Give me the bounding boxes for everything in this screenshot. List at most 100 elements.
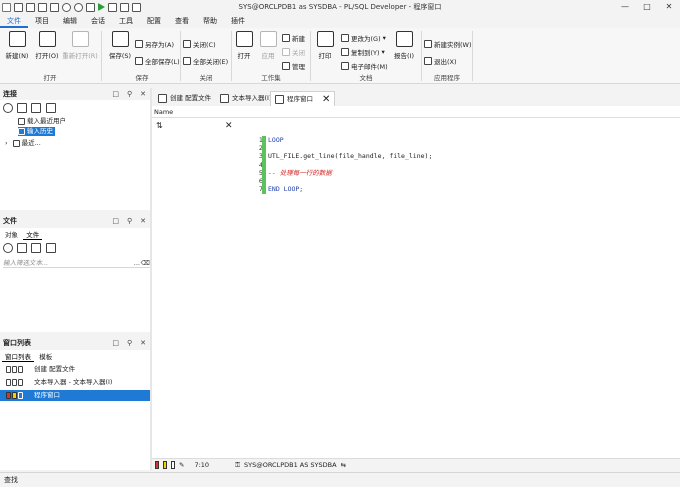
exit-icon [424,56,432,65]
menu-plugins[interactable]: 插件 [224,15,252,28]
name-header: Name [152,107,680,118]
filter-clear-icon[interactable]: ⌫ [141,258,150,268]
panel-controls: □ ⚲ ✕ [112,215,146,227]
tab-objects[interactable]: 对象 [2,229,21,239]
connection-toolbar [3,103,58,113]
connection-panel: 载入最近用户 输入历史 › 最近... [0,100,150,210]
ribbon-group-document: 打印 更改为(G) ▾ 复制到(Y) ▾ 电子邮件(M) 报告(I) 文档 [311,28,421,84]
status-bar: 查找 [0,472,680,487]
menu-file[interactable]: 文件 [0,15,28,28]
status-icon [6,366,11,373]
copy-to-button[interactable]: 复制到(Y) ▾ [341,46,385,57]
tree-item-recent[interactable]: › 最近... [5,139,41,148]
menu-view[interactable]: 查看 [168,15,196,28]
tab-templates[interactable]: 模板 [36,351,55,361]
files-toolbar [3,243,58,253]
change-to-button[interactable]: 更改为(G) ▾ [341,32,386,43]
group-label-application: 应用程序 [434,74,460,82]
panel-close-icon[interactable]: ✕ [140,215,146,227]
remove-icon[interactable] [31,243,42,253]
history-icon [18,128,25,135]
document-icon [220,94,229,103]
connection-panel-header: 连接 □ ⚲ ✕ [0,88,150,100]
panel-float-icon[interactable]: □ [112,88,119,100]
new-document-icon [8,31,26,47]
close-tab-icon[interactable]: ✕ [322,92,330,107]
panel-pin-icon[interactable]: ⚲ [127,337,132,349]
save-button[interactable]: 保存(S) [105,31,135,60]
folder-icon[interactable] [45,103,56,113]
filter-more-button[interactable]: ... [134,258,140,268]
workset-open-button[interactable]: 打开 [232,31,256,60]
add-icon[interactable] [17,103,28,113]
menu-tools[interactable]: 工具 [112,15,140,28]
report-icon [395,31,413,47]
window-list-row[interactable]: 文本导入器 - 文本导入器(I) [0,377,150,388]
panel-pin-icon[interactable]: ⚲ [127,215,132,227]
panel-float-icon[interactable]: □ [112,337,119,349]
menu-bar: 文件 项目 编辑 会话 工具 配置 查看 帮助 插件 [0,15,680,28]
close-pane-icon[interactable]: ✕ [225,121,233,131]
code-editor[interactable]: LOOP UTL_FILE.get_line(file_handle, file… [268,136,432,193]
panel-close-icon[interactable]: ✕ [140,337,146,349]
doc-tab-program-window[interactable]: 程序窗口 ✕ [270,91,336,107]
connection-info[interactable]: SYS@ORCLPDB1 AS SYSDBA [244,459,337,471]
connection-dropdown-icon[interactable]: ⇆ [341,459,346,471]
change-icon [341,33,349,42]
files-tabs: 对象 文件 [2,229,43,240]
add-icon[interactable] [17,243,28,253]
panel-close-icon[interactable]: ✕ [140,88,146,100]
sort-icon[interactable]: ⇅ [156,121,163,130]
panel-float-icon[interactable]: □ [112,215,119,227]
tab-files[interactable]: 文件 [23,229,43,240]
tree-item-input-history[interactable]: 输入历史 [18,127,55,136]
report-button[interactable]: 报告(I) [391,31,417,60]
workset-new-button[interactable]: 新建 [282,32,305,43]
menu-help[interactable]: 帮助 [196,15,224,28]
minimize-button[interactable]: — [614,0,636,14]
menu-config[interactable]: 配置 [140,15,168,28]
doc-tab-create-profile[interactable]: 创建 配置文件 [154,91,215,106]
tab-window-list[interactable]: 窗口列表 [2,351,34,362]
save-as-button[interactable]: 另存为(A) [135,38,174,49]
open-button[interactable]: 打开(O) [32,31,62,60]
close-window-button[interactable]: ✕ [658,0,680,14]
new-button[interactable]: 新建(N) [2,31,32,60]
refresh-icon[interactable] [3,103,13,113]
workset-close-button[interactable]: 关闭 [282,46,305,57]
close-doc-button[interactable]: 关闭(C) [183,38,216,49]
ribbon-separator [101,31,102,81]
window-list-panel-header: 窗口列表 □ ⚲ ✕ [0,337,150,349]
maximize-button[interactable]: □ [636,0,658,14]
status-chip [171,460,175,469]
doc-tab-text-importer[interactable]: 文本导入器(I) [216,91,276,106]
email-button[interactable]: 电子邮件(M) [341,60,388,71]
print-button[interactable]: 打印 [313,31,337,60]
workset-manage-button[interactable]: 管理 [282,60,305,71]
window-list-row[interactable]: 创建 配置文件 [0,364,150,375]
exit-button[interactable]: 退出(X) [424,55,457,66]
refresh-icon[interactable] [3,243,13,253]
filter-field[interactable]: 输入筛选文本... ... ⌫ [3,258,150,268]
save-all-icon [135,56,143,65]
menu-edit[interactable]: 编辑 [56,15,84,28]
group-label-document: 文档 [359,74,373,82]
save-all-button[interactable]: 全部保存(L) [135,55,180,66]
status-icon [12,379,17,386]
folder-icon[interactable] [45,243,56,253]
tree-item-recent-users[interactable]: 载入最近用户 [18,117,66,126]
new-instance-button[interactable]: 新建实例(W) [424,38,472,49]
workset-apply-button[interactable]: 应用 [256,31,280,60]
reopen-button[interactable]: 重新打开(R) [62,31,98,60]
panel-pin-icon[interactable]: ⚲ [127,88,132,100]
menu-session[interactable]: 会话 [84,15,112,28]
menu-project[interactable]: 项目 [28,15,56,28]
close-all-button[interactable]: 全部关闭(E) [183,55,228,66]
ribbon-group-close: 关闭(C) 全部关闭(E) 关闭 [181,28,231,84]
window-list-row[interactable]: 程序窗口 [0,390,150,401]
printer-icon [316,31,334,47]
panel-controls: □ ⚲ ✕ [112,88,146,100]
chevron-right-icon[interactable]: › [5,139,8,148]
remove-icon[interactable] [31,103,42,113]
ribbon-group-application: 新建实例(W) 退出(X) 应用程序 [422,28,472,84]
